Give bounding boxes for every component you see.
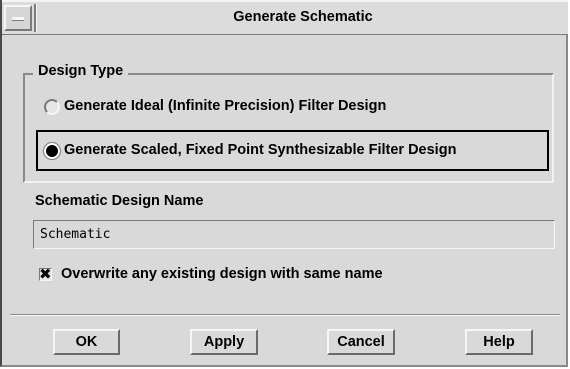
overwrite-checkbox-row[interactable]: ✖ Overwrite any existing design with sam… bbox=[39, 264, 519, 286]
schematic-name-input[interactable] bbox=[33, 220, 555, 249]
window-menu-bar bbox=[12, 17, 24, 21]
schematic-name-label: Schematic Design Name bbox=[35, 193, 204, 209]
window-menu-icon[interactable] bbox=[4, 5, 32, 31]
help-button[interactable]: Help bbox=[465, 329, 533, 355]
title-bar[interactable]: Generate Schematic bbox=[2, 0, 568, 35]
design-type-label: Design Type bbox=[33, 61, 129, 81]
apply-button[interactable]: Apply bbox=[190, 329, 258, 355]
radio-ideal-filter[interactable]: Generate Ideal (Infinite Precision) Filt… bbox=[36, 96, 536, 118]
radio-fixed-point-filter-indicator[interactable] bbox=[44, 143, 60, 159]
overwrite-checkbox[interactable]: ✖ bbox=[39, 265, 52, 283]
radio-fixed-point-filter-label: Generate Scaled, Fixed Point Synthesizab… bbox=[64, 142, 457, 158]
cancel-button[interactable]: Cancel bbox=[327, 329, 395, 355]
radio-ideal-filter-label: Generate Ideal (Infinite Precision) Filt… bbox=[64, 98, 387, 114]
ok-button[interactable]: OK bbox=[53, 329, 120, 355]
overwrite-label: Overwrite any existing design with same … bbox=[61, 266, 383, 282]
radio-fixed-point-filter[interactable]: Generate Scaled, Fixed Point Synthesizab… bbox=[36, 140, 546, 162]
radio-ideal-filter-indicator[interactable] bbox=[44, 99, 60, 115]
generate-schematic-dialog: Generate Schematic Design Type Generate … bbox=[0, 0, 568, 367]
checkbox-x-icon: ✖ bbox=[39, 265, 52, 283]
button-separator bbox=[10, 314, 560, 316]
title-separator bbox=[34, 4, 37, 32]
window-title: Generate Schematic bbox=[233, 9, 373, 25]
